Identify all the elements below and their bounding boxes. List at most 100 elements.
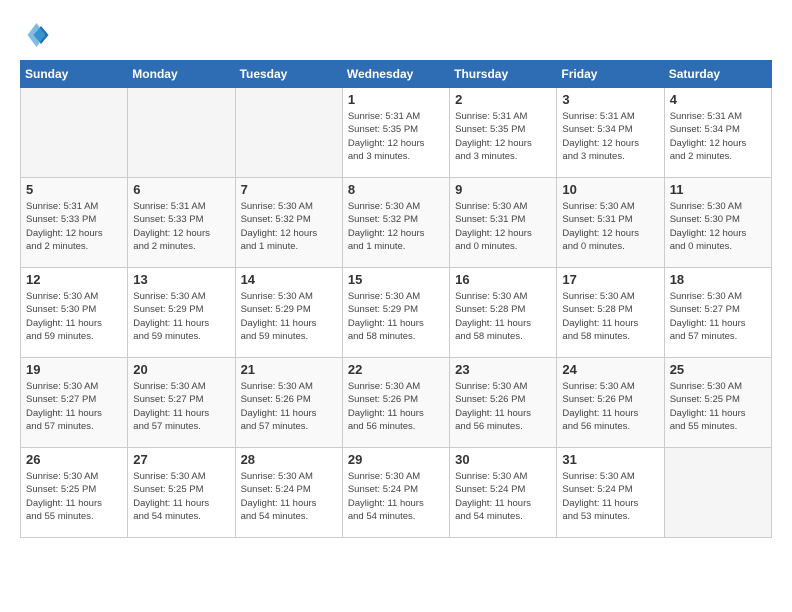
day-number: 29 xyxy=(348,452,444,467)
day-number: 11 xyxy=(670,182,766,197)
calendar-cell: 31 Sunrise: 5:30 AM Sunset: 5:24 PM Dayli… xyxy=(557,448,664,538)
day-number: 10 xyxy=(562,182,658,197)
calendar-cell: 11 Sunrise: 5:30 AM Sunset: 5:30 PM Dayli… xyxy=(664,178,771,268)
day-info: Sunrise: 5:30 AM Sunset: 5:25 PM Dayligh… xyxy=(670,380,766,433)
weekday-header: Wednesday xyxy=(342,61,449,88)
day-number: 25 xyxy=(670,362,766,377)
calendar-week-row: 19 Sunrise: 5:30 AM Sunset: 5:27 PM Dayli… xyxy=(21,358,772,448)
day-number: 1 xyxy=(348,92,444,107)
day-number: 20 xyxy=(133,362,229,377)
day-info: Sunrise: 5:30 AM Sunset: 5:28 PM Dayligh… xyxy=(455,290,551,343)
calendar-cell: 15 Sunrise: 5:30 AM Sunset: 5:29 PM Dayli… xyxy=(342,268,449,358)
day-number: 15 xyxy=(348,272,444,287)
day-number: 13 xyxy=(133,272,229,287)
day-number: 16 xyxy=(455,272,551,287)
logo xyxy=(20,20,54,50)
day-number: 7 xyxy=(241,182,337,197)
page-header xyxy=(20,20,772,50)
day-number: 21 xyxy=(241,362,337,377)
day-number: 9 xyxy=(455,182,551,197)
calendar-cell: 16 Sunrise: 5:30 AM Sunset: 5:28 PM Dayli… xyxy=(450,268,557,358)
day-number: 26 xyxy=(26,452,122,467)
day-info: Sunrise: 5:30 AM Sunset: 5:29 PM Dayligh… xyxy=(133,290,229,343)
weekday-header: Saturday xyxy=(664,61,771,88)
calendar-cell: 19 Sunrise: 5:30 AM Sunset: 5:27 PM Dayli… xyxy=(21,358,128,448)
day-info: Sunrise: 5:30 AM Sunset: 5:25 PM Dayligh… xyxy=(133,470,229,523)
day-info: Sunrise: 5:30 AM Sunset: 5:26 PM Dayligh… xyxy=(241,380,337,433)
calendar-cell: 26 Sunrise: 5:30 AM Sunset: 5:25 PM Dayli… xyxy=(21,448,128,538)
calendar-cell xyxy=(128,88,235,178)
day-info: Sunrise: 5:30 AM Sunset: 5:27 PM Dayligh… xyxy=(133,380,229,433)
calendar: SundayMondayTuesdayWednesdayThursdayFrid… xyxy=(20,60,772,538)
day-number: 19 xyxy=(26,362,122,377)
day-info: Sunrise: 5:31 AM Sunset: 5:33 PM Dayligh… xyxy=(26,200,122,253)
weekday-header: Sunday xyxy=(21,61,128,88)
calendar-cell: 22 Sunrise: 5:30 AM Sunset: 5:26 PM Dayli… xyxy=(342,358,449,448)
day-info: Sunrise: 5:30 AM Sunset: 5:27 PM Dayligh… xyxy=(670,290,766,343)
day-info: Sunrise: 5:30 AM Sunset: 5:31 PM Dayligh… xyxy=(455,200,551,253)
calendar-header-row: SundayMondayTuesdayWednesdayThursdayFrid… xyxy=(21,61,772,88)
day-number: 4 xyxy=(670,92,766,107)
calendar-cell: 7 Sunrise: 5:30 AM Sunset: 5:32 PM Daylig… xyxy=(235,178,342,268)
day-number: 14 xyxy=(241,272,337,287)
logo-icon xyxy=(20,20,50,50)
day-number: 30 xyxy=(455,452,551,467)
day-info: Sunrise: 5:30 AM Sunset: 5:26 PM Dayligh… xyxy=(562,380,658,433)
day-info: Sunrise: 5:31 AM Sunset: 5:33 PM Dayligh… xyxy=(133,200,229,253)
day-number: 12 xyxy=(26,272,122,287)
day-info: Sunrise: 5:31 AM Sunset: 5:35 PM Dayligh… xyxy=(455,110,551,163)
day-number: 2 xyxy=(455,92,551,107)
calendar-cell: 10 Sunrise: 5:30 AM Sunset: 5:31 PM Dayli… xyxy=(557,178,664,268)
calendar-cell: 24 Sunrise: 5:30 AM Sunset: 5:26 PM Dayli… xyxy=(557,358,664,448)
calendar-cell xyxy=(664,448,771,538)
weekday-header: Monday xyxy=(128,61,235,88)
day-info: Sunrise: 5:30 AM Sunset: 5:32 PM Dayligh… xyxy=(348,200,444,253)
day-number: 27 xyxy=(133,452,229,467)
calendar-week-row: 12 Sunrise: 5:30 AM Sunset: 5:30 PM Dayli… xyxy=(21,268,772,358)
day-number: 18 xyxy=(670,272,766,287)
weekday-header: Thursday xyxy=(450,61,557,88)
day-info: Sunrise: 5:30 AM Sunset: 5:31 PM Dayligh… xyxy=(562,200,658,253)
day-number: 3 xyxy=(562,92,658,107)
day-info: Sunrise: 5:30 AM Sunset: 5:25 PM Dayligh… xyxy=(26,470,122,523)
day-info: Sunrise: 5:31 AM Sunset: 5:34 PM Dayligh… xyxy=(562,110,658,163)
calendar-cell xyxy=(235,88,342,178)
calendar-week-row: 26 Sunrise: 5:30 AM Sunset: 5:25 PM Dayli… xyxy=(21,448,772,538)
day-number: 8 xyxy=(348,182,444,197)
day-number: 23 xyxy=(455,362,551,377)
day-info: Sunrise: 5:30 AM Sunset: 5:30 PM Dayligh… xyxy=(670,200,766,253)
calendar-cell: 12 Sunrise: 5:30 AM Sunset: 5:30 PM Dayli… xyxy=(21,268,128,358)
weekday-header: Tuesday xyxy=(235,61,342,88)
calendar-cell: 2 Sunrise: 5:31 AM Sunset: 5:35 PM Daylig… xyxy=(450,88,557,178)
day-info: Sunrise: 5:30 AM Sunset: 5:28 PM Dayligh… xyxy=(562,290,658,343)
calendar-cell: 4Sunrise: 5:31 AM Sunset: 5:34 PM Daylig… xyxy=(664,88,771,178)
day-info: Sunrise: 5:30 AM Sunset: 5:30 PM Dayligh… xyxy=(26,290,122,343)
day-info: Sunrise: 5:31 AM Sunset: 5:35 PM Dayligh… xyxy=(348,110,444,163)
calendar-cell: 5 Sunrise: 5:31 AM Sunset: 5:33 PM Daylig… xyxy=(21,178,128,268)
day-number: 17 xyxy=(562,272,658,287)
calendar-cell: 18 Sunrise: 5:30 AM Sunset: 5:27 PM Dayli… xyxy=(664,268,771,358)
day-number: 24 xyxy=(562,362,658,377)
calendar-cell: 6 Sunrise: 5:31 AM Sunset: 5:33 PM Daylig… xyxy=(128,178,235,268)
day-info: Sunrise: 5:30 AM Sunset: 5:24 PM Dayligh… xyxy=(562,470,658,523)
day-info: Sunrise: 5:30 AM Sunset: 5:32 PM Dayligh… xyxy=(241,200,337,253)
day-number: 28 xyxy=(241,452,337,467)
calendar-cell xyxy=(21,88,128,178)
day-info: Sunrise: 5:30 AM Sunset: 5:29 PM Dayligh… xyxy=(348,290,444,343)
day-info: Sunrise: 5:30 AM Sunset: 5:24 PM Dayligh… xyxy=(241,470,337,523)
day-number: 31 xyxy=(562,452,658,467)
day-number: 6 xyxy=(133,182,229,197)
calendar-cell: 1 Sunrise: 5:31 AM Sunset: 5:35 PM Daylig… xyxy=(342,88,449,178)
calendar-week-row: 1 Sunrise: 5:31 AM Sunset: 5:35 PM Daylig… xyxy=(21,88,772,178)
weekday-header: Friday xyxy=(557,61,664,88)
day-info: Sunrise: 5:30 AM Sunset: 5:29 PM Dayligh… xyxy=(241,290,337,343)
calendar-cell: 25 Sunrise: 5:30 AM Sunset: 5:25 PM Dayli… xyxy=(664,358,771,448)
day-number: 22 xyxy=(348,362,444,377)
day-info: Sunrise: 5:30 AM Sunset: 5:26 PM Dayligh… xyxy=(348,380,444,433)
day-info: Sunrise: 5:30 AM Sunset: 5:26 PM Dayligh… xyxy=(455,380,551,433)
day-number: 5 xyxy=(26,182,122,197)
calendar-cell: 14 Sunrise: 5:30 AM Sunset: 5:29 PM Dayli… xyxy=(235,268,342,358)
calendar-cell: 23 Sunrise: 5:30 AM Sunset: 5:26 PM Dayli… xyxy=(450,358,557,448)
day-info: Sunrise: 5:30 AM Sunset: 5:27 PM Dayligh… xyxy=(26,380,122,433)
calendar-cell: 13 Sunrise: 5:30 AM Sunset: 5:29 PM Dayli… xyxy=(128,268,235,358)
